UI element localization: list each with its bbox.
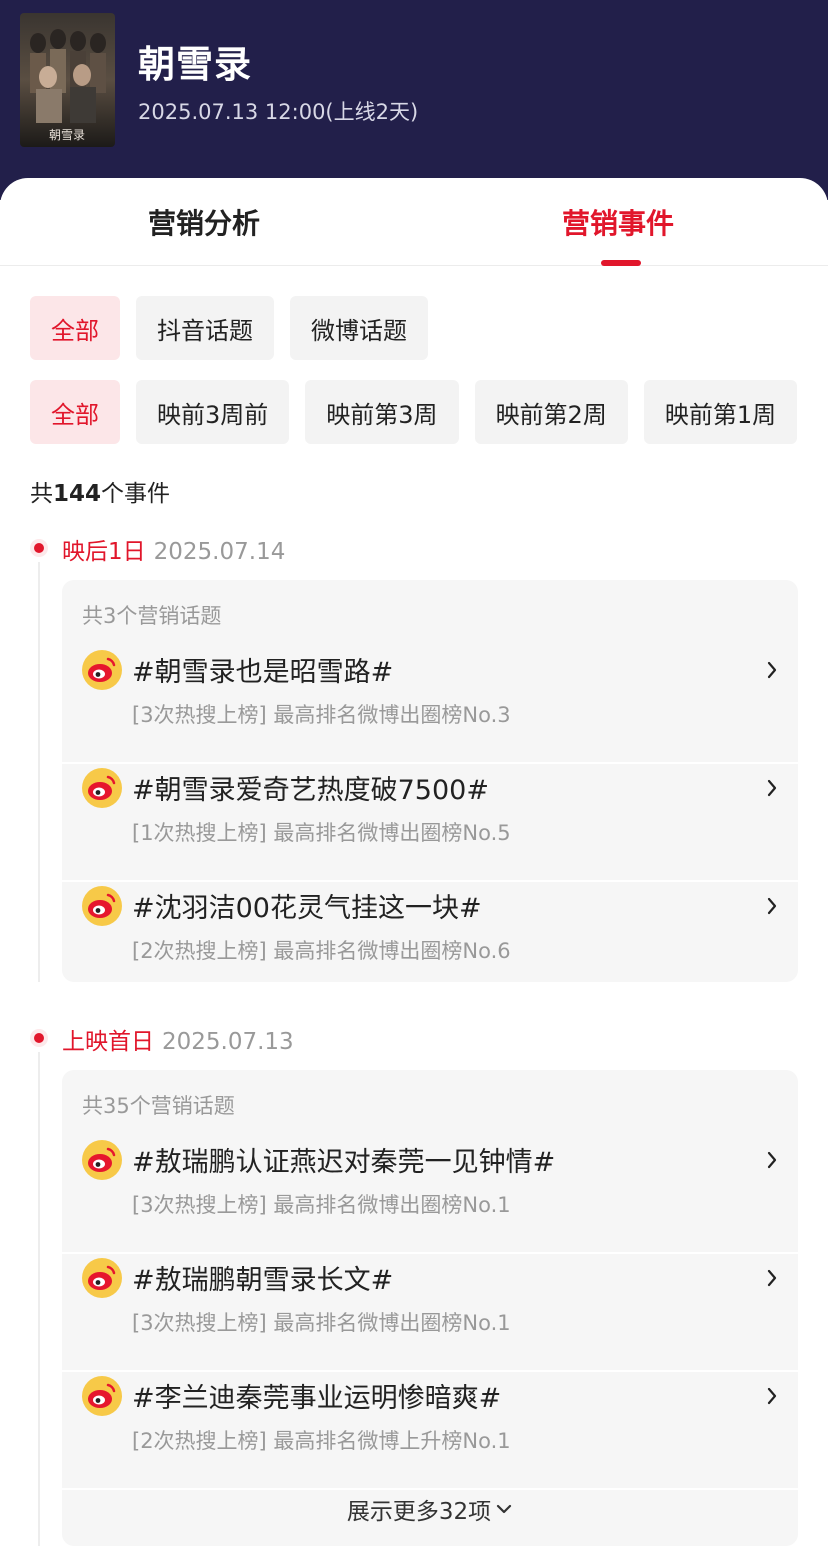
topic-item[interactable]: #朝雪录也是昭雪路# [3次热搜上榜] 最高排名微博出圈榜No.3 — [62, 646, 798, 764]
tab-marketing-events[interactable]: 营销事件 — [562, 202, 674, 242]
topic-detail: [1次热搜上榜] 最高排名微博出圈榜No.5 — [132, 821, 511, 845]
filter-platform-weibo[interactable]: 微博话题 — [290, 296, 428, 360]
timeline-date: 2025.07.14 — [153, 539, 286, 565]
poster-image: 朝雪录 — [20, 13, 115, 147]
filter-period-week2[interactable]: 映前第2周 — [474, 380, 628, 444]
topic-item[interactable]: #敖瑞鹏认证燕迟对秦莞一见钟情# [3次热搜上榜] 最高排名微博出圈榜No.1 — [62, 1136, 798, 1254]
weibo-icon — [82, 1140, 122, 1180]
topic-item[interactable]: #朝雪录爱奇艺热度破7500# [1次热搜上榜] 最高排名微博出圈榜No.5 — [62, 764, 798, 882]
topic-title: #敖瑞鹏认证燕迟对秦莞一见钟情# — [132, 1147, 556, 1178]
filter-period-week3[interactable]: 映前第3周 — [305, 380, 459, 444]
timeline-line — [38, 562, 40, 982]
chevron-right-icon — [767, 1387, 777, 1405]
platform-filter-row: 全部 抖音话题 微博话题 — [30, 296, 428, 360]
tab-marketing-analysis[interactable]: 营销分析 — [148, 202, 260, 242]
timeline-dot — [30, 1029, 48, 1047]
topic-item[interactable]: #敖瑞鹏朝雪录长文# [3次热搜上榜] 最高排名微博出圈榜No.1 — [62, 1254, 798, 1372]
chevron-down-icon — [497, 1504, 512, 1514]
active-tab-indicator — [601, 260, 641, 266]
timeline-header: 映后1日 2025.07.14 — [62, 532, 285, 566]
filter-period-all[interactable]: 全部 — [30, 380, 120, 444]
timeline-day-label: 上映首日 — [62, 1029, 154, 1055]
topic-detail: [2次热搜上榜] 最高排名微博上升榜No.1 — [132, 1429, 511, 1453]
timeline-header: 上映首日 2025.07.13 — [62, 1022, 294, 1056]
weibo-icon — [82, 1258, 122, 1298]
topic-card: 共3个营销话题 #朝雪录也是昭雪路# [3次热搜上榜] 最高排名微博出圈榜No.… — [62, 580, 798, 982]
weibo-icon — [82, 1376, 122, 1416]
show-more-button[interactable]: 展示更多32项 — [62, 1472, 798, 1546]
tab-bar: 营销分析 营销事件 — [0, 178, 828, 266]
topic-title: #朝雪录也是昭雪路# — [132, 657, 394, 688]
main-panel: 营销分析 营销事件 全部 抖音话题 微博话题 全部 映前3周前 映前第3周 映前… — [0, 178, 828, 1546]
topic-title: #李兰迪秦莞事业运明惨暗爽# — [132, 1383, 502, 1414]
topic-count: 共35个营销话题 — [82, 1094, 235, 1118]
drama-header: 朝雪录 朝雪录 2025.07.13 12:00(上线2天) — [0, 0, 828, 200]
topic-count: 共3个营销话题 — [82, 604, 222, 628]
topic-detail: [2次热搜上榜] 最高排名微博出圈榜No.6 — [132, 939, 511, 963]
chevron-right-icon — [767, 1269, 777, 1287]
event-total: 共144个事件 — [30, 474, 170, 508]
filter-platform-all[interactable]: 全部 — [30, 296, 120, 360]
timeline-day-label: 映后1日 — [62, 539, 146, 565]
svg-text:朝雪录: 朝雪录 — [49, 128, 85, 142]
topic-title: #沈羽洁00花灵气挂这一块# — [132, 893, 482, 924]
topic-detail: [3次热搜上榜] 最高排名微博出圈榜No.1 — [132, 1311, 511, 1335]
topic-item[interactable]: #沈羽洁00花灵气挂这一块# [2次热搜上榜] 最高排名微博出圈榜No.6 — [62, 882, 798, 1000]
event-total-suffix: 个事件 — [101, 481, 171, 507]
event-total-count: 144 — [53, 481, 102, 507]
filter-period-week1[interactable]: 映前第1周 — [643, 380, 798, 444]
chevron-right-icon — [767, 1151, 777, 1169]
drama-title: 朝雪录 — [138, 43, 252, 86]
topic-detail: [3次热搜上榜] 最高排名微博出圈榜No.1 — [132, 1193, 511, 1217]
event-total-prefix: 共 — [30, 481, 53, 507]
filter-platform-douyin[interactable]: 抖音话题 — [136, 296, 274, 360]
weibo-icon — [82, 768, 122, 808]
chevron-right-icon — [767, 897, 777, 915]
chevron-right-icon — [767, 779, 777, 797]
chevron-right-icon — [767, 661, 777, 679]
filter-period-before-3w[interactable]: 映前3周前 — [136, 380, 290, 444]
topic-detail: [3次热搜上榜] 最高排名微博出圈榜No.3 — [132, 703, 511, 727]
timeline-date: 2025.07.13 — [162, 1029, 294, 1055]
topic-title: #朝雪录爱奇艺热度破7500# — [132, 775, 489, 806]
timeline-dot — [30, 539, 48, 557]
weibo-icon — [82, 886, 122, 926]
period-filter-row: 全部 映前3周前 映前第3周 映前第2周 映前第1周 — [30, 380, 798, 444]
topic-card: 共35个营销话题 #敖瑞鹏认证燕迟对秦莞一见钟情# [3次热搜上榜] 最高排名微… — [62, 1070, 798, 1546]
show-more-label: 展示更多32项 — [346, 1499, 492, 1525]
release-info: 2025.07.13 12:00(上线2天) — [138, 100, 419, 124]
weibo-icon — [82, 650, 122, 690]
topic-title: #敖瑞鹏朝雪录长文# — [132, 1265, 394, 1296]
timeline-line — [38, 1052, 40, 1546]
